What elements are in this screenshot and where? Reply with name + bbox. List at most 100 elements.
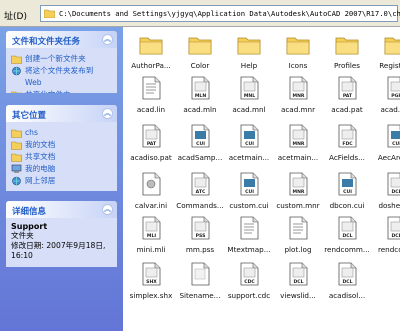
file-item[interactable]: MLI mini.mli xyxy=(125,213,177,265)
cdc-file-icon: CDC xyxy=(240,262,259,286)
file-item[interactable]: MNL acad.mnl xyxy=(223,73,275,125)
collapse-chevron-icon[interactable]: ︽ xyxy=(102,34,113,45)
file-item[interactable]: SHX simplex.shx xyxy=(125,259,177,311)
file-name: acad.pat xyxy=(331,105,363,114)
mnr-file-icon: MNR xyxy=(289,76,308,100)
panel-body: 创建一个新文件夹将这个文件夹发布到 Web 共享此文件夹 xyxy=(6,48,117,93)
svg-text:DCL: DCL xyxy=(391,189,400,195)
svg-text:CDC: CDC xyxy=(244,279,255,285)
file-name: Color xyxy=(190,61,210,70)
file-name: acetmain... xyxy=(277,153,319,162)
details-panel: 详细信息 ︽ Support 文件夹 修改日期: 2007年9月18日, 16:… xyxy=(6,201,117,267)
file-name: acadSamp... xyxy=(177,153,223,162)
file-item[interactable]: CUI acadSamp... xyxy=(174,121,226,173)
file-name: custom.cui xyxy=(229,201,269,210)
share-icon xyxy=(11,91,22,93)
task-label: 共享此文件夹 xyxy=(25,90,71,93)
task-link[interactable]: 共享此文件夹 xyxy=(11,90,112,93)
task-label: Web xyxy=(25,78,42,87)
pat-file-icon: PAT xyxy=(142,124,161,148)
panel-header[interactable]: 其它位置 ︽ xyxy=(6,105,117,122)
pgp-file-icon: PGP xyxy=(387,76,400,100)
file-item[interactable]: Mtextmap... xyxy=(223,213,275,265)
task-label: 我的电脑 xyxy=(25,164,56,173)
svg-text:SHX: SHX xyxy=(146,279,157,285)
file-item[interactable]: MNR acetmain... xyxy=(272,121,324,173)
file-name: mini.mli xyxy=(136,245,166,254)
my-documents-icon xyxy=(11,141,22,150)
address-path: C:\Documents and Settings\yjgyq\Applicat… xyxy=(59,9,400,18)
detail-time: 16:10 xyxy=(11,251,33,260)
file-name: rendcomm... xyxy=(324,245,370,254)
file-name: Sitename... xyxy=(179,291,221,300)
svg-text:MNR: MNR xyxy=(293,189,305,195)
atc-file-icon: ATC xyxy=(191,172,210,196)
file-item[interactable]: CUI AecArch... xyxy=(370,121,400,173)
task-link[interactable]: 我的电脑 xyxy=(11,164,112,174)
dcl-file-icon: DCL xyxy=(338,216,357,240)
doc-file-icon xyxy=(191,262,210,286)
file-item[interactable]: DCL rendcon... xyxy=(370,213,400,265)
detail-name: Support xyxy=(11,222,48,231)
svg-text:MLN: MLN xyxy=(195,93,206,99)
mli-file-icon: MLI xyxy=(142,216,161,240)
other-places-panel: 其它位置 ︽ chs 我的文档共享文档我的电脑网上邻居 xyxy=(6,105,117,191)
folder-icon xyxy=(335,37,359,55)
file-item[interactable]: MLN acad.mln xyxy=(174,73,226,125)
pat-file-icon: PAT xyxy=(338,76,357,100)
file-item[interactable]: CUI acetmain... xyxy=(223,121,275,173)
file-item[interactable]: PGP acad.p... xyxy=(370,73,400,125)
task-link[interactable]: 创建一个新文件夹 xyxy=(11,54,112,64)
collapse-chevron-icon[interactable]: ︽ xyxy=(102,204,113,215)
svg-text:MNL: MNL xyxy=(244,93,255,99)
svg-text:DCL: DCL xyxy=(342,279,352,285)
file-list: AuthorPa... Color Help Icons Profiles Registe… xyxy=(123,27,400,331)
address-input[interactable]: C:\Documents and Settings\yjgyq\Applicat… xyxy=(40,5,400,22)
file-name: plot.log xyxy=(284,245,312,254)
file-item[interactable]: PAT acadiso.pat xyxy=(125,121,177,173)
file-item[interactable]: DCL viewslid... xyxy=(272,259,324,311)
task-link[interactable]: Web xyxy=(11,78,112,88)
cui-file-icon: CUI xyxy=(338,172,357,196)
file-name: Profiles xyxy=(333,61,361,70)
new-folder-icon xyxy=(11,55,22,64)
svg-text:FDC: FDC xyxy=(342,141,353,147)
task-link[interactable]: chs xyxy=(11,128,112,138)
file-item[interactable]: FDC AcFields... xyxy=(321,121,373,173)
task-link[interactable]: 我的文档 xyxy=(11,140,112,150)
file-name: acad.mln xyxy=(183,105,217,114)
collapse-chevron-icon[interactable]: ︽ xyxy=(102,108,113,119)
file-item[interactable]: plot.log xyxy=(272,213,324,265)
dcl-file-icon: DCL xyxy=(387,172,400,196)
folder-icon xyxy=(11,129,22,138)
file-item[interactable]: PAT acad.pat xyxy=(321,73,373,125)
file-item[interactable]: Sitename... xyxy=(174,259,226,311)
task-link[interactable]: 网上邻居 xyxy=(11,176,112,186)
panel-title: 详细信息 xyxy=(12,207,47,217)
mnr-file-icon: MNR xyxy=(289,124,308,148)
file-item[interactable]: MNR acad.mnr xyxy=(272,73,324,125)
file-name: Registe... xyxy=(379,61,400,70)
panel-header[interactable]: 文件和文件夹任务 ︽ xyxy=(6,31,117,48)
file-item[interactable]: PSS mm.pss xyxy=(174,213,226,265)
file-item[interactable]: CDC support.cdc xyxy=(223,259,275,311)
shx-file-icon: SHX xyxy=(142,262,161,286)
network-icon xyxy=(12,176,21,186)
file-item[interactable]: acad.lin xyxy=(125,73,177,125)
cui-file-icon: CUI xyxy=(191,124,210,148)
svg-text:PAT: PAT xyxy=(147,141,157,147)
panel-header[interactable]: 详细信息 ︽ xyxy=(6,201,117,218)
file-item[interactable]: DCL acadisol... xyxy=(321,259,373,311)
file-item[interactable]: DCL rendcomm... xyxy=(321,213,373,265)
dcl-file-icon: DCL xyxy=(387,216,400,240)
file-name: acad.mnr xyxy=(280,105,316,114)
file-name: AuthorPa... xyxy=(131,61,171,70)
task-link[interactable]: 将这个文件夹发布到 xyxy=(11,66,112,76)
task-link[interactable]: 共享文档 xyxy=(11,152,112,162)
detail-type: 文件夹 xyxy=(11,231,34,240)
task-label: 我的文档 xyxy=(25,140,56,149)
cui-file-icon: CUI xyxy=(240,124,259,148)
svg-text:DCL: DCL xyxy=(342,233,352,239)
task-label: 网上邻居 xyxy=(25,176,56,185)
shared-docs-icon xyxy=(11,153,22,162)
